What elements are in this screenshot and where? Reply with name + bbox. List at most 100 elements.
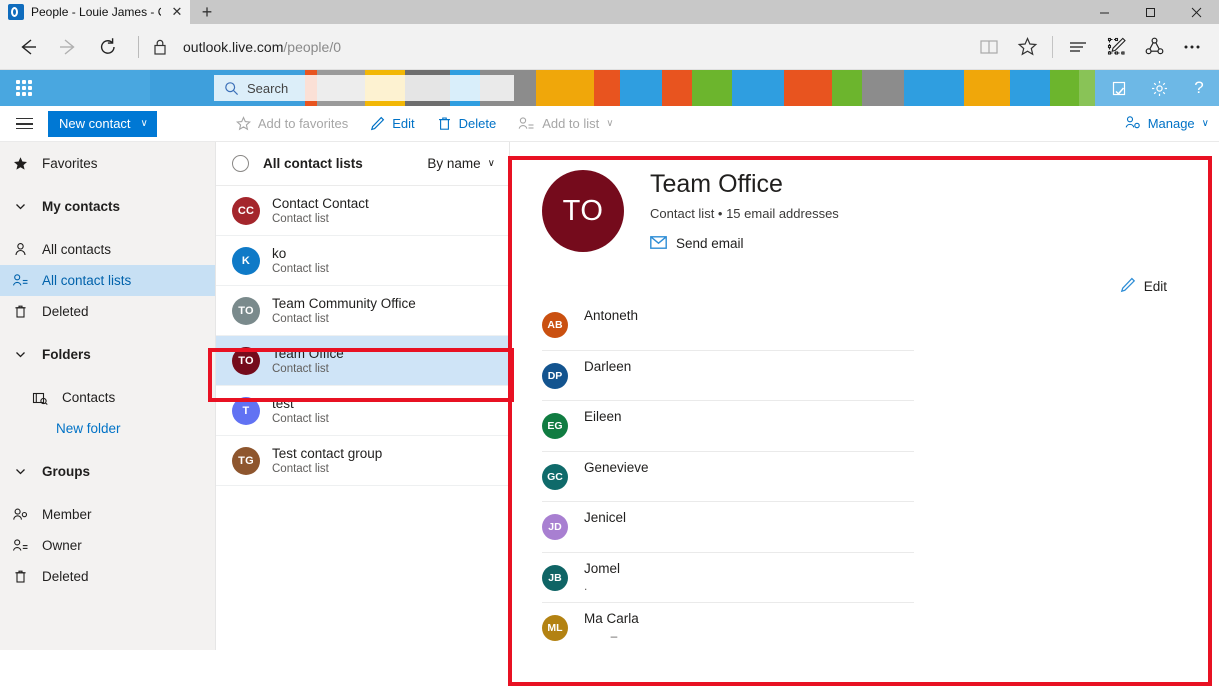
member-text: Ma Carla –	[584, 607, 639, 643]
avatar: ML	[542, 615, 568, 641]
sidebar-group-groups[interactable]: Groups	[0, 456, 215, 487]
sidebar-item-owner[interactable]: Owner	[0, 530, 215, 561]
favorites-star-icon[interactable]	[1008, 29, 1046, 65]
sidebar-item-label: New folder	[56, 421, 121, 436]
reading-view-icon[interactable]	[970, 29, 1008, 65]
member-row[interactable]: DP Darleen	[542, 351, 914, 401]
add-to-list-button[interactable]: Add to list ∨	[509, 111, 622, 136]
list-item[interactable]: T test Contact list	[216, 386, 509, 436]
maximize-icon[interactable]	[1127, 0, 1173, 24]
forward-arrow-icon[interactable]	[48, 29, 88, 65]
share-icon[interactable]	[1135, 29, 1173, 65]
send-email-button[interactable]: Send email	[650, 235, 839, 252]
app-shell: Favorites My contacts All contacts All c…	[0, 142, 1219, 650]
minimize-icon[interactable]	[1081, 0, 1127, 24]
edit-label: Edit	[1143, 279, 1167, 294]
detail-avatar: TO	[542, 170, 624, 252]
app-command-bar: New contact ∨ Add to favorites Edit Dele…	[0, 106, 1219, 142]
avatar: TO	[232, 346, 260, 375]
member-row[interactable]: AB Antoneth	[542, 300, 914, 351]
waffle-icon	[16, 80, 32, 96]
sidebar-item-deleted-groups[interactable]: Deleted	[0, 561, 215, 592]
member-row[interactable]: JD Jenicel	[542, 502, 914, 553]
sidebar-item-new-folder[interactable]: New folder	[0, 413, 215, 444]
list-item-selected[interactable]: TO Team Office Contact list	[216, 336, 509, 386]
app-launcher-button[interactable]	[0, 70, 48, 106]
window-controls	[1081, 0, 1219, 24]
more-icon[interactable]	[1173, 29, 1211, 65]
list-item-meta: Test contact group Contact list	[272, 446, 382, 475]
list-item[interactable]: CC Contact Contact Contact list	[216, 186, 509, 236]
new-contact-button[interactable]: New contact ∨	[48, 110, 157, 137]
sort-dropdown[interactable]: By name ∨	[427, 156, 495, 171]
contacts-folder-icon	[30, 391, 50, 405]
sidebar-item-favorites[interactable]: Favorites	[0, 148, 215, 179]
chevron-down-icon: ∨	[487, 158, 495, 169]
member-row[interactable]: EG Eileen	[542, 401, 914, 452]
list-item-subtitle: Contact list	[272, 463, 329, 475]
search-placeholder: Search	[247, 80, 289, 96]
edit-button[interactable]: Edit	[361, 111, 423, 136]
member-name: Darleen	[584, 358, 632, 374]
sidebar-item-member[interactable]: Member	[0, 499, 215, 530]
add-to-list-label: Add to list	[542, 116, 600, 131]
address-bar[interactable]: outlook.live.com/people/0	[128, 29, 970, 65]
sidebar-item-label: Deleted	[42, 304, 89, 319]
pencil-icon	[1120, 277, 1136, 296]
sidebar-group-my-contacts[interactable]: My contacts	[0, 191, 215, 222]
sidebar-item-deleted[interactable]: Deleted	[0, 296, 215, 327]
edit-contact-list-button[interactable]: Edit	[1120, 277, 1167, 296]
member-name: Jenicel	[584, 510, 627, 525]
list-item[interactable]: TG Test contact group Contact list	[216, 436, 509, 486]
close-icon[interactable]	[1173, 0, 1219, 24]
notes-icon[interactable]	[1099, 70, 1139, 106]
list-item[interactable]: K ko Contact list	[216, 236, 509, 286]
web-note-icon[interactable]	[1097, 29, 1135, 65]
avatar: CC	[232, 196, 260, 225]
member-list: AB Antoneth DP Darleen EG Eileen GC Gene…	[510, 300, 1219, 650]
sidebar-item-all-contacts[interactable]: All contacts	[0, 234, 215, 265]
new-tab-button[interactable]: +	[190, 0, 224, 24]
page-title: Team Office	[650, 170, 783, 198]
add-to-favorites-button[interactable]: Add to favorites	[227, 111, 357, 136]
contact-detail-pane: TO Team Office Contact list • 15 email a…	[510, 142, 1219, 650]
member-text: Jenicel	[584, 506, 626, 538]
url-path: /people/0	[283, 38, 341, 55]
help-glyph: ?	[1194, 78, 1204, 97]
menu-icon[interactable]	[0, 106, 48, 142]
refresh-icon[interactable]	[88, 29, 128, 65]
star-icon	[235, 116, 251, 131]
member-row[interactable]: ML Ma Carla –	[542, 603, 914, 650]
search-input[interactable]: Search	[214, 75, 514, 101]
back-arrow-icon[interactable]	[8, 29, 48, 65]
close-icon[interactable]: ✕	[168, 3, 186, 21]
help-icon[interactable]: ?	[1179, 70, 1219, 106]
detail-header: TO Team Office Contact list • 15 email a…	[510, 142, 1219, 252]
member-row[interactable]: JB Jomel .	[542, 553, 914, 603]
manage-button[interactable]: Manage ∨	[1124, 115, 1209, 133]
list-item-subtitle: Contact list	[272, 213, 329, 225]
member-row[interactable]: GC Genevieve	[542, 452, 914, 502]
list-item[interactable]: TO Team Community Office Contact list	[216, 286, 509, 336]
delete-button[interactable]: Delete	[428, 111, 506, 136]
sidebar-item-all-contact-lists[interactable]: All contact lists	[0, 265, 215, 296]
member-name: Eileen	[584, 409, 622, 424]
new-contact-label: New contact	[59, 116, 131, 131]
sidebar-group-folders[interactable]: Folders	[0, 339, 215, 370]
trash-icon	[10, 304, 30, 319]
sidebar-item-label: Owner	[42, 538, 82, 553]
member-text: Darleen	[584, 355, 631, 387]
manage-label: Manage	[1147, 116, 1195, 131]
edit-label: Edit	[392, 116, 415, 131]
trash-icon	[10, 569, 30, 584]
mail-icon	[650, 235, 667, 252]
owner-icon	[10, 538, 30, 553]
trash-icon	[437, 116, 452, 131]
member-email	[584, 427, 622, 437]
hub-icon[interactable]	[1059, 29, 1097, 65]
select-all-circle-icon[interactable]	[232, 155, 249, 172]
sidebar-item-contacts-folder[interactable]: Contacts	[0, 382, 215, 413]
settings-gear-icon[interactable]	[1139, 70, 1179, 106]
chevron-down-icon	[10, 465, 30, 478]
browser-tab[interactable]: People - Louie James - O ✕	[0, 0, 190, 24]
